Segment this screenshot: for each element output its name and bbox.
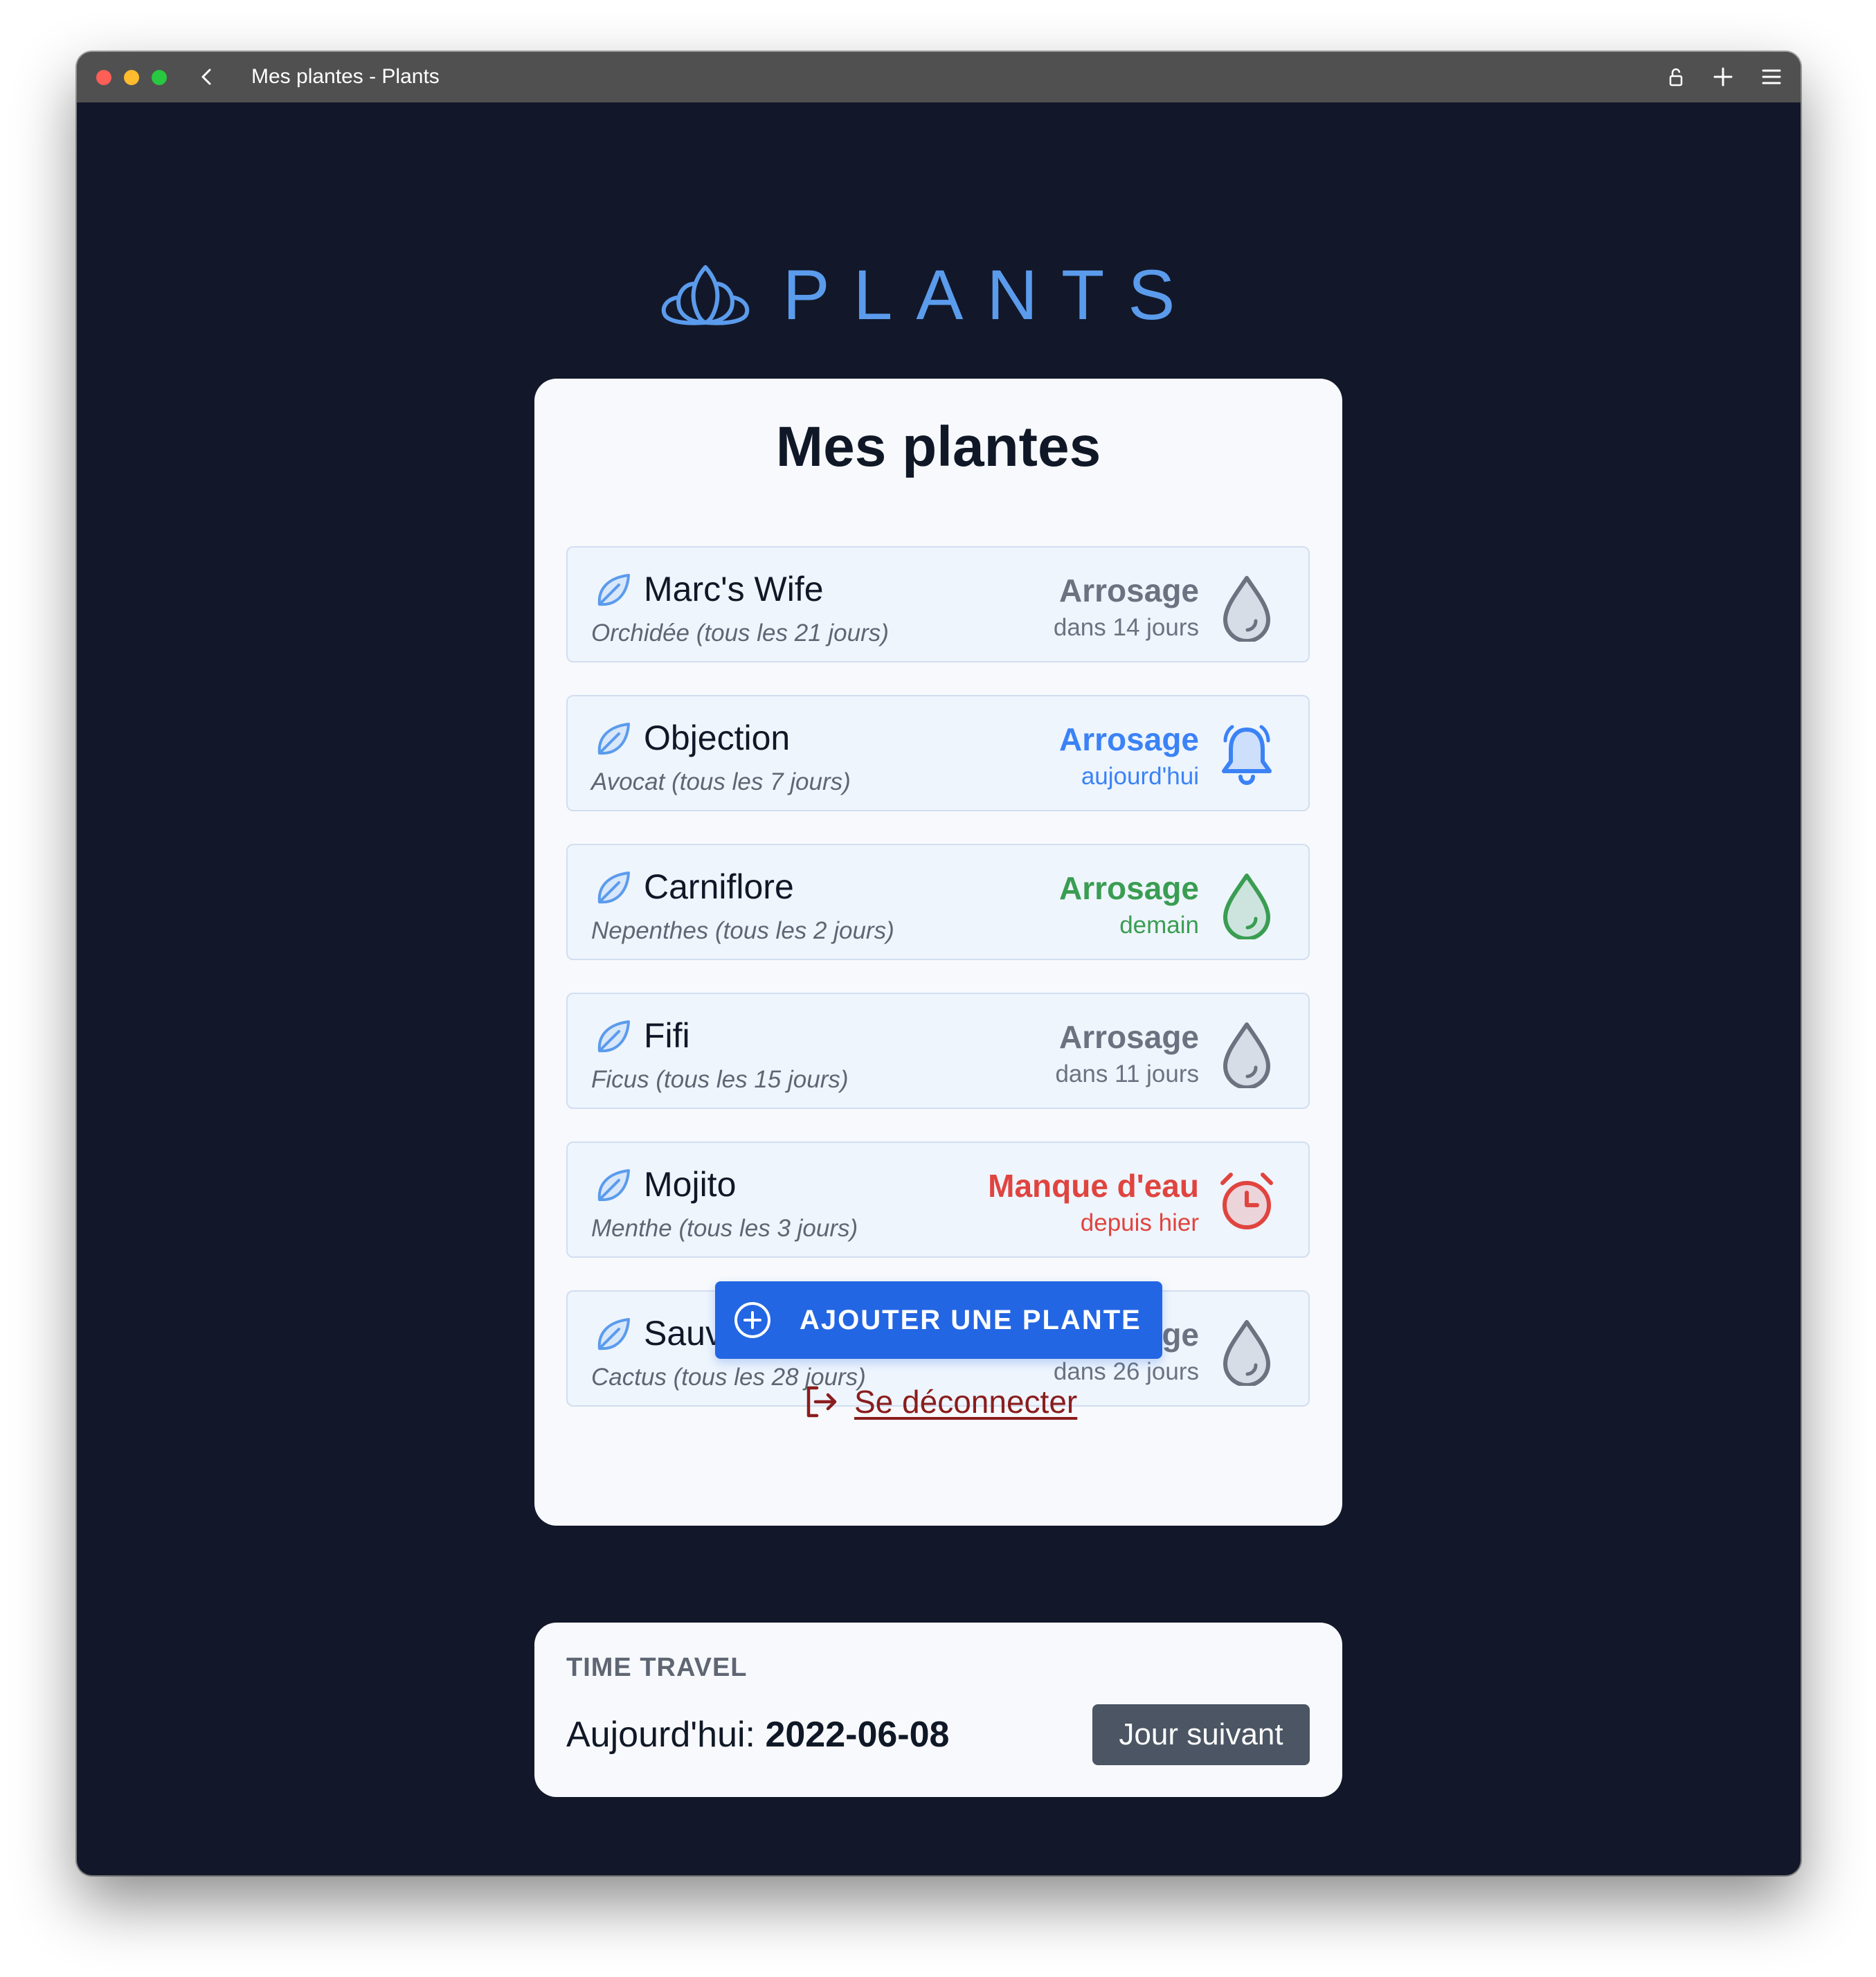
logout-link[interactable]: Se déconnecter <box>803 1381 1077 1423</box>
time-travel-title: TIME TRAVEL <box>566 1653 748 1682</box>
plant-name: Objection <box>644 719 791 757</box>
current-date: Aujourd'hui: 2022-06-08 <box>566 1713 949 1757</box>
watering-due: demain <box>1119 912 1199 939</box>
app-logo: PLANTS <box>77 253 1801 336</box>
watering-due: aujourd'hui <box>1081 763 1199 790</box>
plus-circle-icon <box>734 1302 770 1338</box>
watering-status: Arrosage <box>1059 870 1199 906</box>
bell-icon[interactable] <box>1216 721 1278 791</box>
add-plant-button[interactable]: AJOUTER UNE PLANTE <box>715 1281 1162 1359</box>
logout-label: Se déconnecter <box>854 1384 1078 1420</box>
plant-name: Mojito <box>644 1165 737 1204</box>
add-plant-label: AJOUTER UNE PLANTE <box>800 1305 1142 1335</box>
logo-text: PLANTS <box>782 255 1199 334</box>
time-travel-card: TIME TRAVEL Aujourd'hui: 2022-06-08 Jour… <box>534 1623 1342 1797</box>
plant-item[interactable]: Fifi Ficus (tous les 15 jours) Arrosage … <box>566 993 1310 1109</box>
page-title: Mes plantes <box>775 415 1101 478</box>
watering-due: dans 11 jours <box>1055 1060 1199 1087</box>
new-tab-plus-icon[interactable] <box>1709 63 1737 91</box>
watering-status: Arrosage <box>1059 1019 1199 1055</box>
leaf-icon <box>597 574 630 606</box>
back-arrow-icon[interactable] <box>195 64 219 89</box>
plants-card: Mes plantes Marc's Wife Orchidée (tous l… <box>534 379 1342 1526</box>
plant-name: Fifi <box>644 1016 690 1055</box>
hamburger-menu-icon[interactable] <box>1758 63 1785 91</box>
plant-item[interactable]: Objection Avocat (tous les 7 jours) Arro… <box>566 695 1310 811</box>
watering-status: Arrosage <box>1059 572 1199 608</box>
plant-species-frequency: Ficus (tous les 15 jours) <box>591 1066 849 1093</box>
water-drop-icon[interactable] <box>1216 1019 1278 1088</box>
plant-name: Carniflore <box>644 867 794 906</box>
browser-window: Mes plantes - Plants PLANTS Mes plantes … <box>77 52 1801 1875</box>
watering-status: Manque d'eau <box>988 1168 1199 1204</box>
today-label: Aujourd'hui: <box>566 1715 766 1755</box>
close-window-button[interactable] <box>96 70 111 85</box>
logout-icon <box>806 1386 837 1418</box>
water-drop-icon[interactable] <box>1216 572 1278 642</box>
plant-species-frequency: Orchidée (tous les 21 jours) <box>591 620 889 647</box>
leaf-icon <box>597 723 630 755</box>
maximize-window-button[interactable] <box>152 70 167 85</box>
lotus-icon <box>661 265 749 325</box>
plant-item[interactable]: Marc's Wife Orchidée (tous les 21 jours)… <box>566 546 1310 662</box>
watering-due: dans 14 jours <box>1053 614 1199 641</box>
next-day-button[interactable]: Jour suivant <box>1092 1704 1310 1765</box>
plant-species-frequency: Avocat (tous les 7 jours) <box>591 768 851 795</box>
app-content: PLANTS Mes plantes Marc's Wife Orchidée … <box>77 102 1801 1875</box>
watering-due: depuis hier <box>1080 1209 1199 1236</box>
leaf-icon <box>597 872 630 904</box>
leaf-icon <box>597 1169 630 1202</box>
plant-item[interactable]: Mojito Menthe (tous les 3 jours) Manque … <box>566 1141 1310 1258</box>
leaf-icon <box>597 1020 630 1053</box>
water-drop-icon[interactable] <box>1216 1317 1278 1386</box>
lock-icon[interactable] <box>1662 63 1690 91</box>
watering-status: Arrosage <box>1059 721 1199 757</box>
leaf-icon <box>597 1318 630 1351</box>
alarm-clock-icon[interactable] <box>1216 1168 1278 1237</box>
plant-species-frequency: Nepenthes (tous les 2 jours) <box>591 917 894 944</box>
plant-item[interactable]: Carniflore Nepenthes (tous les 2 jours) … <box>566 844 1310 960</box>
plant-name: Marc's Wife <box>644 570 824 608</box>
today-value: 2022-06-08 <box>765 1715 950 1755</box>
minimize-window-button[interactable] <box>124 70 139 85</box>
plant-species-frequency: Menthe (tous les 3 jours) <box>591 1215 858 1242</box>
window-title: Mes plantes - Plants <box>251 65 440 88</box>
water-drop-icon[interactable] <box>1216 870 1278 939</box>
window-titlebar: Mes plantes - Plants <box>77 52 1801 102</box>
